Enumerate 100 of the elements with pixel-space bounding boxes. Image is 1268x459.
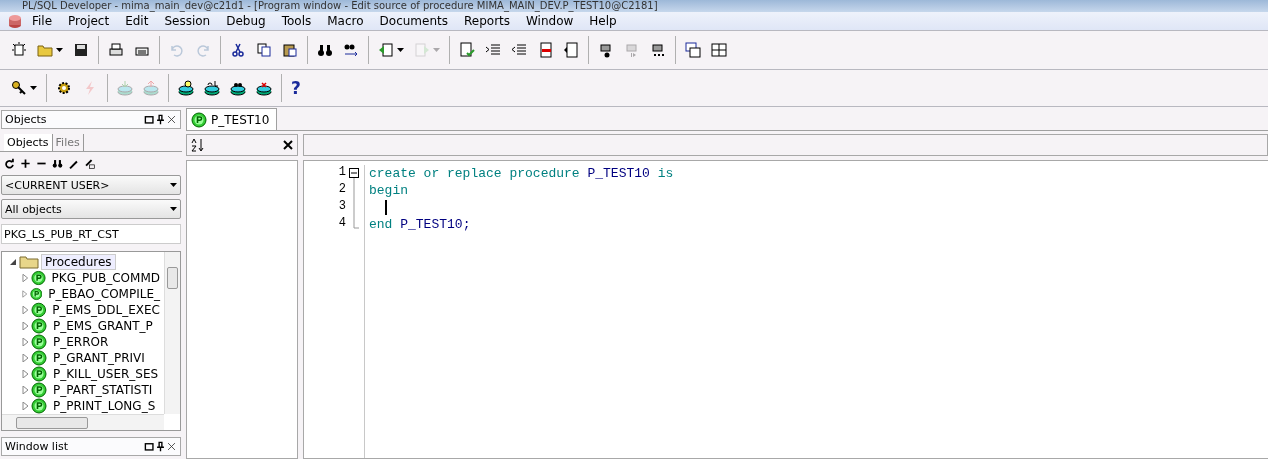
procedure-badge-icon	[31, 350, 47, 366]
collapsed-triangle-icon[interactable]	[22, 306, 29, 314]
folder-icon	[19, 255, 39, 269]
menu-item[interactable]: Documents	[371, 14, 456, 28]
menu-item[interactable]: Project	[60, 14, 118, 28]
float-window-icon[interactable]	[144, 114, 155, 125]
panel-tab[interactable]: Files	[52, 134, 84, 151]
line-number: 4	[338, 216, 346, 232]
dropdown-caret-icon	[397, 48, 404, 52]
tree-item[interactable]: P_ERROR	[49, 334, 113, 350]
database-app-icon	[6, 13, 22, 29]
indent-icon	[485, 42, 501, 58]
editor-tab[interactable]: P_TEST10	[186, 108, 278, 130]
expanded-triangle-icon[interactable]	[10, 258, 17, 266]
procedure-badge-icon	[31, 382, 47, 398]
collapsed-triangle-icon[interactable]	[22, 338, 29, 346]
pin-icon[interactable]	[155, 441, 166, 452]
procedure-badge-icon	[31, 398, 47, 414]
code-editor[interactable]: 1 2 3 4 create or replace procedure P_TEST10 is begin end P_TEST10;	[303, 160, 1268, 459]
database-down-icon	[117, 80, 133, 96]
undo-arrow-icon	[169, 42, 185, 58]
procedure-badge-icon	[191, 111, 207, 128]
binoculars-arrow-icon	[343, 42, 359, 58]
dropdown-caret-icon	[30, 86, 37, 90]
procedure-badge-icon	[30, 270, 46, 286]
database-binoculars-icon	[230, 80, 246, 96]
arrow-into-page-icon	[378, 42, 394, 58]
close-icon[interactable]	[166, 114, 177, 125]
procedure-badge-icon	[30, 302, 47, 318]
sort-az-icon[interactable]	[191, 138, 205, 152]
pin-icon[interactable]	[155, 114, 166, 125]
sparkle-page-icon	[11, 42, 27, 58]
menu-item[interactable]: Debug	[218, 14, 274, 28]
refresh-icon[interactable]	[4, 158, 15, 169]
collapsed-triangle-icon[interactable]	[22, 370, 29, 378]
tree-item[interactable]: P_EMS_DDL_EXEC	[48, 302, 164, 318]
tree-item[interactable]: PKG_PUB_COMMD	[47, 270, 164, 286]
float-window-icon[interactable]	[144, 441, 155, 452]
copy-icon	[256, 42, 272, 58]
folder-icon	[37, 42, 53, 58]
window-title: PL/SQL Developer - mima_main_dev@c21d1 - [Program window - Edit source of procedure MIMA_MAIN_DEV.P_TEST10@C2181]	[21, 0, 658, 12]
line-number: 3	[338, 199, 346, 215]
tree-item[interactable]: P_KILL_USER_SES	[49, 366, 163, 382]
vertical-scrollbar[interactable]	[164, 252, 180, 414]
horizontal-scrollbar[interactable]	[2, 414, 164, 430]
redo-arrow-icon	[195, 42, 211, 58]
user-select[interactable]: <CURRENT USER>	[1, 175, 181, 195]
collapsed-triangle-icon[interactable]	[22, 322, 29, 330]
panel-tab[interactable]: Objects	[4, 134, 53, 151]
page-bar-icon	[537, 42, 553, 58]
binoculars-icon[interactable]	[52, 158, 63, 169]
camera-dots-icon	[650, 42, 666, 58]
clipboard-icon	[282, 42, 298, 58]
dropdown-caret-icon	[170, 183, 177, 187]
fold-toggle-icon[interactable]	[349, 168, 360, 232]
tree-item[interactable]: P_EMS_GRANT_P	[49, 318, 157, 334]
panel-title: Objects	[5, 113, 48, 126]
camera-play-icon	[624, 42, 640, 58]
help-button[interactable]: ?	[286, 75, 312, 101]
menu-item[interactable]: Macro	[319, 14, 372, 28]
printer-icon	[108, 42, 124, 58]
filter-field[interactable]: PKG_LS_PUB_RT_CST	[1, 224, 181, 244]
code-line: end P_TEST10;	[369, 217, 471, 232]
database-x-icon	[256, 80, 272, 96]
menu-item[interactable]: Reports	[456, 14, 518, 28]
tree-item[interactable]: P_EBAO_COMPILE_	[44, 286, 164, 302]
close-icon[interactable]	[283, 140, 293, 150]
collapsed-triangle-icon[interactable]	[22, 402, 29, 410]
menu-item[interactable]: Tools	[273, 14, 320, 28]
object-type-select[interactable]: All objects	[1, 199, 181, 219]
dropdown-caret-icon	[170, 207, 177, 211]
key-icon	[11, 80, 27, 96]
database-bulb-icon	[178, 80, 194, 96]
collapsed-triangle-icon[interactable]	[22, 274, 29, 282]
tree-item[interactable]: P_PART_STATISTI	[49, 382, 157, 398]
database-up-icon	[143, 80, 159, 96]
filter-pen-icon[interactable]	[68, 158, 79, 169]
procedure-badge-icon	[31, 334, 47, 350]
menu-item[interactable]: Edit	[117, 14, 157, 28]
code-line: begin	[369, 183, 408, 198]
gear-icon	[56, 80, 72, 96]
unindent-icon	[511, 42, 527, 58]
tree-item[interactable]: P_GRANT_PRIVI	[49, 350, 149, 366]
line-number: 2	[338, 182, 346, 198]
menu-item[interactable]: Help	[581, 14, 625, 28]
binoculars-icon	[317, 42, 333, 58]
procedure-badge-icon	[31, 318, 47, 334]
plus-icon[interactable]	[20, 158, 31, 169]
menu-item[interactable]: File	[24, 14, 61, 28]
pen-folder-icon[interactable]	[84, 158, 95, 169]
collapsed-triangle-icon[interactable]	[22, 354, 29, 362]
close-icon[interactable]	[166, 441, 177, 452]
menu-item[interactable]: Window	[518, 14, 582, 28]
collapsed-triangle-icon[interactable]	[22, 386, 29, 394]
scissors-icon	[230, 42, 246, 58]
tiled-windows-icon	[711, 42, 727, 58]
tree-folder-label[interactable]: Procedures	[41, 254, 116, 270]
tree-item[interactable]: P_PRINT_LONG_S	[49, 398, 160, 414]
arrow-page-icon	[414, 42, 430, 58]
menu-item[interactable]: Session	[156, 14, 219, 28]
